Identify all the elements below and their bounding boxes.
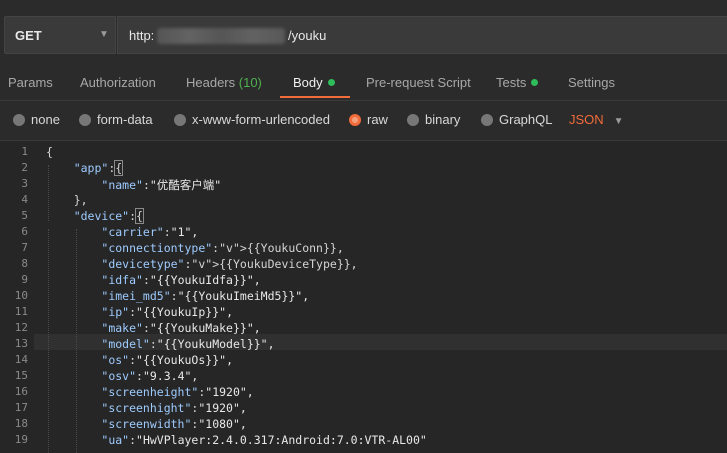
tab-label: Pre-request Script [366,75,471,90]
code-line: { [46,145,53,159]
line-number: 9 [21,273,28,286]
tab-tests[interactable]: Tests [496,75,539,90]
code-line: "device":{ [73,208,144,224]
code-line: "connectiontype":"v">{{YoukuConn}}, [101,241,344,255]
line-number: 17 [14,401,28,414]
tab-label: Settings [568,75,615,90]
code-editor[interactable]: 1 2 3 4 5 6 7 8 9 10 11 12 13 14 15 16 17 18 19 { "app":{ … [0,140,727,453]
radio-selected-icon [349,114,361,126]
code-line: "model":"{{YoukuModel}}", [101,337,275,351]
line-number: 2 [21,161,28,174]
radio-label: none [31,112,60,127]
line-number-gutter: 1 2 3 4 5 6 7 8 9 10 11 12 13 14 15 16 17 18 19 [0,141,34,453]
tab-label: Authorization [80,75,156,90]
url-redacted-host [157,28,285,44]
tab-settings[interactable]: Settings [568,75,615,90]
tests-active-dot-icon [531,79,539,86]
line-number: 5 [21,209,28,222]
code-line: }, [46,193,88,207]
line-number: 3 [21,177,28,190]
line-number: 4 [21,193,28,206]
code-line: "make":"{{YoukuMake}}", [101,321,261,335]
radio-icon [79,114,91,126]
code-line: "osv":"9.3.4", [101,369,199,383]
line-number: 14 [14,353,28,366]
request-tabs: Params Authorization Headers (10) Body P… [0,68,727,98]
method-label: GET [15,28,42,43]
radio-icon [174,114,186,126]
format-dropdown[interactable]: JSON ▼ [569,112,624,127]
line-number: 19 [14,433,28,446]
radio-label: form-data [97,112,153,127]
radio-icon [481,114,493,126]
radio-label: GraphQL [499,112,553,127]
code-line: "screenheight":"1920", [101,385,254,399]
code-line: "ua":"HwVPlayer:2.4.0.317:Android:7.0:VT… [101,433,427,447]
tab-label: Params [8,75,53,90]
tab-label: Headers [186,75,236,90]
tab-authorization[interactable]: Authorization [80,75,156,90]
code-line: "imei_md5":"{{YoukuImeiMd5}}", [101,289,310,303]
radio-graphql[interactable]: GraphQL [481,112,552,127]
request-bar: GET ▼ http: /youku [0,0,727,68]
radio-none[interactable]: none [13,112,60,127]
code-line: "screenwidth":"1080", [101,417,247,431]
code-line: "devicetype":"v">{{YoukuDeviceType}}, [101,257,358,271]
code-line: "ip":"{{YoukuIp}}", [101,305,233,319]
radio-label: binary [425,112,461,127]
active-tab-underline [280,96,350,98]
tab-body[interactable]: Body [293,75,335,90]
chevron-down-icon: ▼ [99,29,109,40]
line-number: 11 [14,305,28,318]
line-number: 1 [21,145,28,158]
line-number: 12 [14,321,28,334]
tab-params[interactable]: Params [8,75,53,90]
url-prefix: http: [129,28,155,43]
code-line: "app":{ [73,160,124,176]
line-number: 8 [21,257,28,270]
tab-label: Body [293,75,323,90]
url-suffix: /youku [288,28,327,43]
line-number: 13 [14,337,28,350]
code-line: "os":"{{YoukuOs}}", [101,353,233,367]
line-number: 10 [14,289,28,302]
code-line: "name":"优酷客户端" [101,178,222,192]
chevron-down-icon: ▼ [613,116,624,127]
radio-x-www-form-urlencoded[interactable]: x-www-form-urlencoded [174,112,330,127]
radio-form-data[interactable]: form-data [79,112,153,127]
code-line: "screenhight":"1920", [101,401,247,415]
code-line: "carrier":"1", [101,225,199,239]
format-label: JSON [569,112,604,127]
body-active-dot-icon [327,79,335,86]
radio-label: x-www-form-urlencoded [192,112,330,127]
tab-label: Tests [496,75,527,90]
radio-icon [13,114,25,126]
radio-label: raw [367,112,388,127]
radio-raw[interactable]: raw [349,112,388,127]
radio-icon [407,114,419,126]
line-number: 7 [21,241,28,254]
url-input[interactable]: http: /youku [117,16,727,54]
line-number: 6 [21,225,28,238]
tab-headers[interactable]: Headers (10) [186,75,262,90]
method-select[interactable]: GET ▼ [4,16,116,54]
line-number: 16 [14,385,28,398]
headers-count-badge: (10) [238,75,262,90]
code-line: "idfa":"{{YoukuIdfa}}", [101,273,261,287]
line-number: 18 [14,417,28,430]
body-type-selector: none form-data x-www-form-urlencoded raw… [0,100,727,139]
line-number: 15 [14,369,28,382]
radio-binary[interactable]: binary [407,112,460,127]
tab-pre-request-script[interactable]: Pre-request Script [366,75,471,90]
